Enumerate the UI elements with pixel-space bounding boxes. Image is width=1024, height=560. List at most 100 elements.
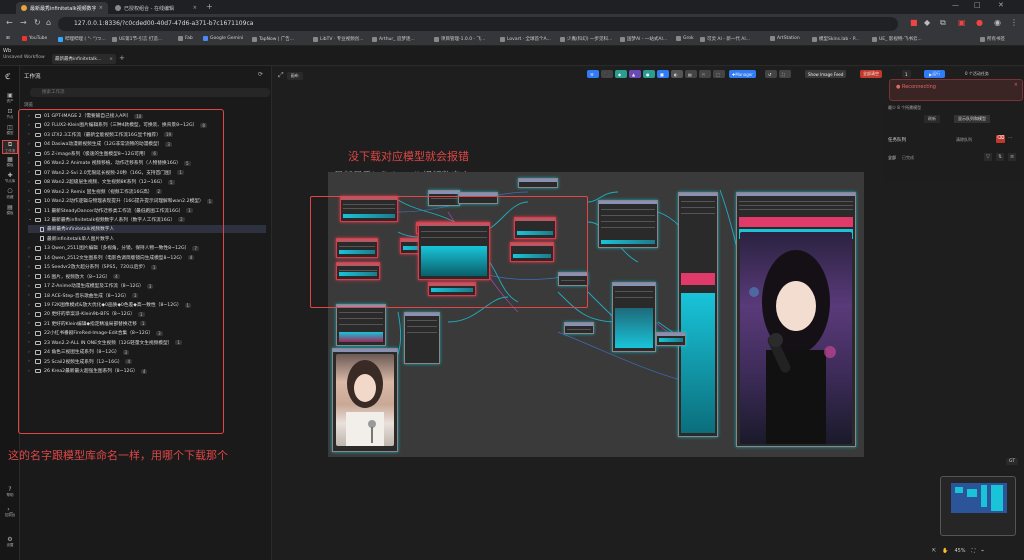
rail-item-favorites[interactable]: ⎔ 收藏 <box>2 188 18 202</box>
browser-tab[interactable]: 已授权组合 - 在线编辑 × <box>110 2 202 14</box>
bookmark[interactable]: 哔哩哔哩 ( °- °)つ... <box>58 36 106 42</box>
close-icon[interactable]: × <box>109 57 113 62</box>
list-icon[interactable]: ≡ <box>1008 153 1017 161</box>
rail-item-templates-2[interactable]: ▤ 模板 <box>2 204 18 218</box>
rail-item-assets[interactable]: ▣ 资产 <box>2 92 18 106</box>
bookmark[interactable]: ArtStation <box>770 36 800 41</box>
graph-canvas[interactable]: ⤢ 画布 ⚒ ⬛ ◆ ▲ ● ■ ◐ ▤ ⚐ ⬚ ✚ Manager ↺ ⛶ S… <box>272 66 1024 560</box>
bookmark[interactable]: Fab <box>178 36 193 41</box>
refresh-icon[interactable]: ⟳ <box>258 71 263 78</box>
run-button[interactable]: ▶ 运行 <box>924 70 946 78</box>
toolbar-button[interactable]: ▤ <box>685 70 697 78</box>
bookmark[interactable]: 国梦AI - 一站式AI... <box>620 36 667 42</box>
graph-node[interactable] <box>598 200 658 248</box>
graph-node[interactable] <box>564 322 594 334</box>
rail-item-help[interactable]: ? 帮助 <box>2 486 18 500</box>
bookmark[interactable]: UE_ 影视特-飞书云... <box>872 36 922 42</box>
add-workflow-icon[interactable]: + <box>119 54 125 62</box>
model-requirement-dropdown[interactable]: 最少 8 个所需模型 <box>888 105 921 111</box>
extension-icon[interactable]: ■ <box>910 18 918 27</box>
rail-item-templates[interactable]: ▦ 模板 <box>2 156 18 170</box>
sort-icon[interactable]: ⇅ <box>996 153 1005 161</box>
zoom-level[interactable]: 45% <box>954 548 965 554</box>
rail-item-nodes[interactable]: ⊡ 节点 <box>2 108 18 122</box>
canvas-mode-button[interactable]: 画布 <box>286 71 303 80</box>
close-icon[interactable]: × <box>1014 82 1018 88</box>
stop-all-button[interactable]: 全部清空 <box>860 70 882 78</box>
pointer-icon[interactable]: ⇱ <box>932 548 936 554</box>
graph-node[interactable] <box>404 312 440 364</box>
toolbar-button[interactable]: ◐ <box>671 70 683 78</box>
profile-avatar[interactable]: ◉ <box>994 18 1001 27</box>
graph-node[interactable] <box>336 304 386 346</box>
toolbar-button[interactable]: ↺ <box>765 70 777 78</box>
close-window-icon[interactable]: ✕ <box>998 1 1004 9</box>
rail-item-settings[interactable]: ⚙ 设置 <box>2 536 18 550</box>
minimap[interactable] <box>940 476 1016 536</box>
apps-icon[interactable]: ⊞ <box>6 36 10 41</box>
bookmark[interactable]: Arthur_ 追梦逐... <box>372 36 415 42</box>
bookmark[interactable]: LibTV · 专业视频创... <box>313 36 364 42</box>
queue-count-field[interactable]: 1 <box>902 70 911 78</box>
url-field[interactable]: 127.0.0.1:8336/?c0cded00-40d7-47d6-a371-… <box>58 17 898 31</box>
browser-tab-active[interactable]: 最新最秀infinitetalk视频数字... × <box>16 2 108 14</box>
more-icon[interactable]: ⋯ <box>1008 135 1013 141</box>
minimize-icon[interactable]: — <box>952 1 959 9</box>
bookmark[interactable]: 模型Skins.lab - P... <box>812 36 859 42</box>
bookmark[interactable]: Google Gemini <box>203 36 243 41</box>
back-icon[interactable]: ← <box>6 18 13 27</box>
active-tasks-label[interactable]: 0 个活动任务 <box>962 70 992 78</box>
bookmark[interactable]: 少胤(科幻) 一步见科... <box>560 36 612 42</box>
show-queue-button[interactable]: 显示队列和模型 <box>954 115 990 123</box>
extension-icon[interactable]: ▣ <box>958 18 966 27</box>
graph-node[interactable] <box>518 178 558 188</box>
bookmark[interactable]: YouTube <box>22 36 47 41</box>
rail-item-models[interactable]: ◫ 模型 <box>2 124 18 138</box>
rail-item-console[interactable]: ›_ 控制台 <box>2 506 18 520</box>
rail-item-node-library[interactable]: ✚ 节点库 <box>2 172 18 186</box>
layout-icon[interactable]: ⤢ <box>278 71 284 80</box>
bookmark[interactable]: Grok <box>676 36 694 41</box>
toolbar-button[interactable]: ■ <box>657 70 669 78</box>
unsaved-workflow-tab[interactable]: Unsaved Workflow <box>3 55 45 60</box>
all-bookmarks[interactable]: 所有书签 <box>980 36 1005 42</box>
maximize-icon[interactable]: □ <box>974 1 981 9</box>
menu-icon[interactable]: ⋮ <box>1010 18 1018 27</box>
toolbar-button[interactable]: ⬛ <box>601 70 613 78</box>
toolbar-button[interactable]: ⬚ <box>713 70 725 78</box>
bookmark[interactable]: UE第1节·引言 打造... <box>112 36 162 42</box>
refresh-button[interactable]: 刷新 <box>924 115 940 123</box>
manager-button[interactable]: ✚ Manager <box>729 70 756 78</box>
extension-icon[interactable]: ◆ <box>924 18 930 27</box>
new-tab-icon[interactable]: + <box>206 2 213 11</box>
search-input[interactable]: 搜索工作流 <box>30 88 270 97</box>
clear-queue-button[interactable]: 清除队列 <box>956 137 972 143</box>
reload-icon[interactable]: ↻ <box>34 18 41 27</box>
tab-done[interactable]: 已完成 <box>902 155 914 161</box>
rail-item-workflows[interactable]: ⧉ 工作流 <box>2 140 18 154</box>
home-icon[interactable]: ⌂ <box>46 18 51 27</box>
forward-icon[interactable]: → <box>20 18 27 27</box>
graph-node[interactable] <box>612 282 656 352</box>
extensions-icon[interactable]: ⧉ <box>940 18 946 28</box>
toolbar-button[interactable]: ● <box>643 70 655 78</box>
filter-icon[interactable]: ▽ <box>984 153 992 161</box>
gt-badge[interactable]: GT <box>1006 458 1019 465</box>
tab-all[interactable]: 全部 <box>888 155 896 161</box>
extension-icon[interactable]: ● <box>976 18 983 27</box>
toolbar-button[interactable]: ⚒ <box>587 70 599 78</box>
fit-icon[interactable]: ⛶ <box>972 548 976 554</box>
bookmark[interactable]: TapNow | 广告... <box>252 36 294 42</box>
graph-node-video-output[interactable] <box>678 192 718 437</box>
toolbar-button[interactable]: ⛶ <box>779 70 791 78</box>
link-visibility-icon[interactable]: ⌁ <box>981 548 984 554</box>
toolbar-button[interactable]: ▲ <box>629 70 641 78</box>
close-icon[interactable]: × <box>99 5 103 11</box>
hand-icon[interactable]: ✋ <box>942 548 948 554</box>
trash-icon[interactable]: ⌫ <box>996 135 1005 143</box>
toolbar-button[interactable]: ⚐ <box>699 70 711 78</box>
toolbar-button[interactable]: ◆ <box>615 70 627 78</box>
workflow-tab-active[interactable]: 最新最秀infinitetalk... × <box>52 54 116 64</box>
close-icon[interactable]: × <box>193 5 197 11</box>
bookmark[interactable]: Lovart · 全球首个A... <box>500 36 551 42</box>
